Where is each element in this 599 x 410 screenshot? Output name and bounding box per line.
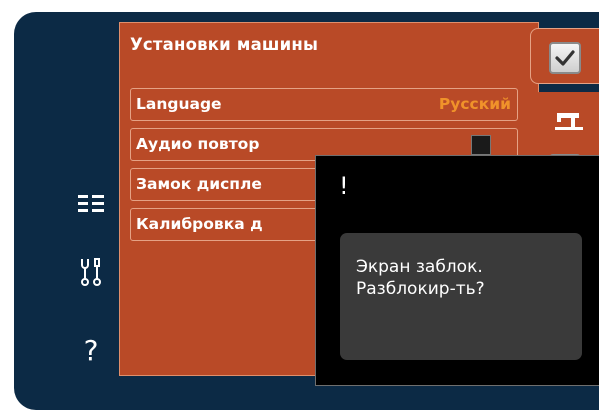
row-label: Калибровка д	[136, 215, 263, 233]
list-menu-icon[interactable]	[76, 188, 106, 220]
row-label: Замок диспле	[136, 175, 262, 193]
dialog-message: Экран заблок. Разблокир-ть?	[356, 257, 485, 299]
row-label: Language	[136, 95, 222, 113]
alert-mark: !	[339, 172, 349, 200]
panel-title: Установки машины	[130, 35, 319, 54]
message-box: Экран заблок. Разблокир-ть?	[340, 233, 582, 360]
language-row[interactable]: Language Русский	[130, 88, 518, 121]
row-label: Аудио повтор	[136, 135, 260, 153]
checkmark-icon[interactable]	[549, 42, 581, 74]
help-icon[interactable]: ?	[76, 334, 106, 367]
screen-lock-dialog[interactable]: ! Экран заблок. Разблокир-ть?	[315, 155, 599, 386]
sewing-machine-icon[interactable]	[555, 110, 583, 132]
audio-repeat-checkbox[interactable]	[471, 135, 491, 155]
left-sidebar: ?	[14, 12, 132, 410]
tools-icon[interactable]	[76, 256, 106, 288]
language-value: Русский	[438, 95, 511, 113]
